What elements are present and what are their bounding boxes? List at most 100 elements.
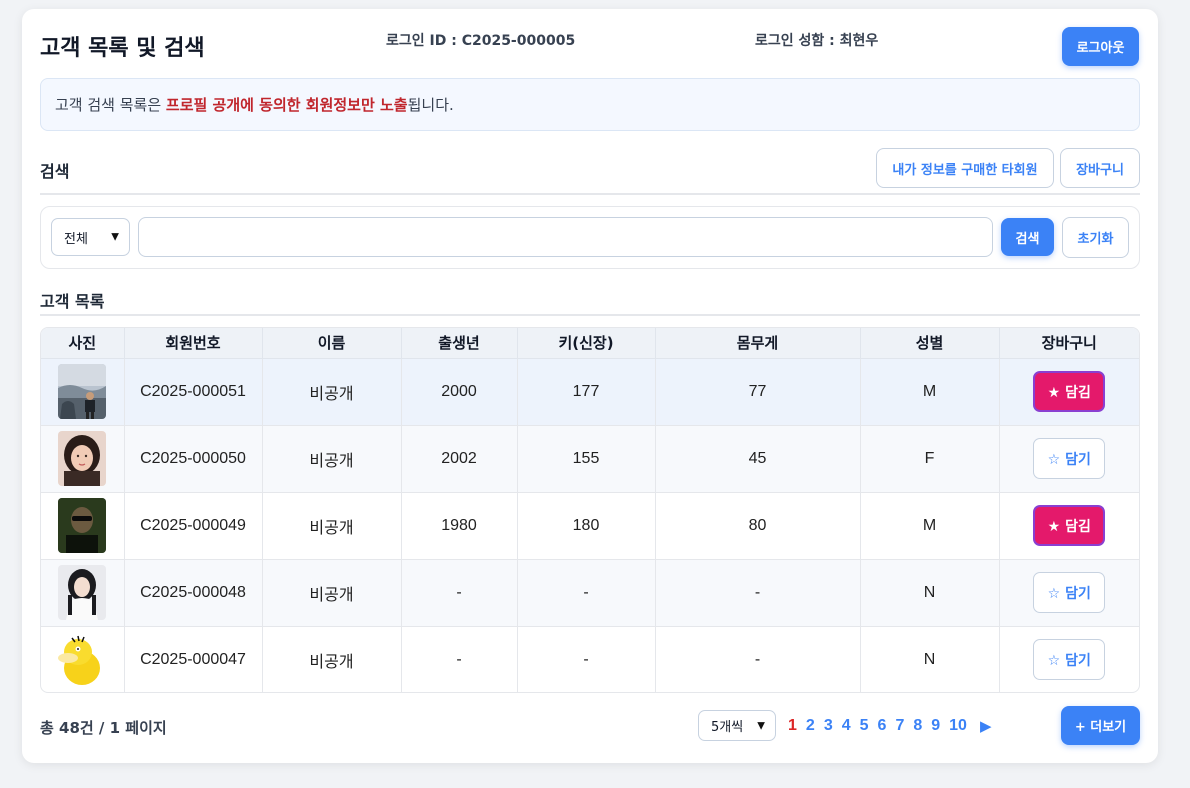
column-header: 키(신장) xyxy=(517,328,656,359)
photo-cell xyxy=(41,492,125,560)
gender: N xyxy=(860,559,1000,627)
table-row[interactable]: C2025-000049 비공개 1980 180 80 M ★ 담김 xyxy=(41,492,1139,560)
member-name: 비공개 xyxy=(262,559,402,627)
table-row[interactable]: C2025-000050 비공개 2002 155 45 F ☆ 담기 xyxy=(41,425,1139,493)
woman-white-shirt-photo[interactable] xyxy=(58,565,107,620)
total-count: 총 48건 / 1 페이지 xyxy=(40,719,167,737)
column-header: 출생년 xyxy=(401,328,518,359)
column-header: 회원번호 xyxy=(124,328,263,359)
search-section-title: 검색 xyxy=(40,162,70,181)
login-name-label: 로그인 성함 : 최현우 xyxy=(755,33,879,49)
member-number: C2025-000051 xyxy=(124,358,263,426)
chevron-down-icon: ▼ xyxy=(111,231,119,243)
main-card: 고객 목록 및 검색 로그인 ID : C2025-000005 로그인 성함 … xyxy=(22,9,1158,763)
gender: M xyxy=(860,492,1000,560)
woman-portrait-photo[interactable] xyxy=(58,431,107,486)
man-sunglasses-photo[interactable] xyxy=(58,498,107,553)
reset-button[interactable]: 초기화 xyxy=(1062,217,1129,258)
search-bar: 전체 ▼ 검색 초기화 xyxy=(40,206,1140,269)
birth-year: - xyxy=(401,626,518,692)
weight: 45 xyxy=(655,425,861,493)
add-to-cart-button[interactable]: ☆ 담기 xyxy=(1033,572,1106,613)
notice-prefix: 고객 검색 목록은 xyxy=(55,96,166,114)
page-size-value: 5개씩 xyxy=(711,720,744,735)
page-link-6[interactable]: 6 xyxy=(878,717,887,735)
photo-cell xyxy=(41,358,125,426)
search-button[interactable]: 검색 xyxy=(1001,218,1054,256)
add-to-cart-button[interactable]: ☆ 담기 xyxy=(1033,639,1106,681)
search-input[interactable] xyxy=(138,217,993,257)
page-link-2[interactable]: 2 xyxy=(806,717,815,735)
page-size-select[interactable]: 5개씩 ▼ xyxy=(698,710,776,741)
chevron-down-icon: ▼ xyxy=(757,720,765,731)
member-name: 비공개 xyxy=(262,425,402,493)
member-number: C2025-000049 xyxy=(124,492,263,560)
page-link-8[interactable]: 8 xyxy=(913,717,922,735)
member-number: C2025-000047 xyxy=(124,626,263,692)
next-page-icon[interactable]: ▶ xyxy=(980,717,992,735)
load-more-button[interactable]: + 더보기 xyxy=(1061,706,1140,745)
cart-cell: ★ 담김 xyxy=(999,358,1139,426)
yellow-duck-cartoon[interactable] xyxy=(58,632,107,688)
height: 177 xyxy=(517,358,656,426)
column-header: 사진 xyxy=(41,328,125,359)
height: - xyxy=(517,559,656,627)
notice-suffix: 됩니다. xyxy=(407,96,454,114)
column-header: 이름 xyxy=(262,328,402,359)
customer-table: 사진 회원번호 이름 출생년 키(신장) 몸무게 성별 장바구니 C2025-0… xyxy=(40,327,1140,693)
list-section-title: 고객 목록 xyxy=(40,292,105,311)
cart-cell: ★ 담김 xyxy=(999,492,1139,560)
weight: - xyxy=(655,559,861,627)
birth-year: 2002 xyxy=(401,425,518,493)
add-to-cart-button[interactable]: ☆ 담기 xyxy=(1033,438,1106,479)
search-filter-value: 전체 xyxy=(64,231,88,247)
page-link-4[interactable]: 4 xyxy=(842,717,851,735)
gender: F xyxy=(860,425,1000,493)
member-number: C2025-000048 xyxy=(124,559,263,627)
page-link-9[interactable]: 9 xyxy=(931,717,940,735)
height: 155 xyxy=(517,425,656,493)
page-link-3[interactable]: 3 xyxy=(824,717,833,735)
cart-cell: ☆ 담기 xyxy=(999,425,1139,493)
logout-button[interactable]: 로그아웃 xyxy=(1062,27,1139,66)
table-row[interactable]: C2025-000047 비공개 - - - N ☆ 담기 xyxy=(41,626,1139,692)
gender: M xyxy=(860,358,1000,426)
privacy-notice: 고객 검색 목록은 프로필 공개에 동의한 회원정보만 노출됩니다. xyxy=(40,78,1140,131)
cart-cell: ☆ 담기 xyxy=(999,626,1139,692)
divider xyxy=(40,193,1140,195)
column-header: 장바구니 xyxy=(999,328,1139,359)
page-link-1[interactable]: 1 xyxy=(788,717,797,735)
photo-cell xyxy=(41,425,125,493)
remove-from-cart-button[interactable]: ★ 담김 xyxy=(1033,505,1106,546)
divider xyxy=(40,314,1140,316)
column-header: 몸무게 xyxy=(655,328,861,359)
weight: 77 xyxy=(655,358,861,426)
weight: - xyxy=(655,626,861,692)
photo-cell xyxy=(41,626,125,692)
birth-year: 1980 xyxy=(401,492,518,560)
page-link-5[interactable]: 5 xyxy=(860,717,869,735)
column-header: 성별 xyxy=(860,328,1000,359)
page-title: 고객 목록 및 검색 xyxy=(40,36,205,61)
height: 180 xyxy=(517,492,656,560)
height: - xyxy=(517,626,656,692)
table-row[interactable]: C2025-000048 비공개 - - - N ☆ 담기 xyxy=(41,559,1139,627)
member-name: 비공개 xyxy=(262,492,402,560)
table-row[interactable]: C2025-000051 비공개 2000 177 77 M ★ 담김 xyxy=(41,358,1139,426)
birth-year: - xyxy=(401,559,518,627)
birth-year: 2000 xyxy=(401,358,518,426)
pagination: 1 2 3 4 5 6 7 8 9 10 ▶ xyxy=(788,715,992,737)
member-name: 비공개 xyxy=(262,358,402,426)
search-filter-select[interactable]: 전체 ▼ xyxy=(51,218,130,256)
page-link-7[interactable]: 7 xyxy=(895,717,904,735)
login-id-label: 로그인 ID : C2025-000005 xyxy=(386,33,576,49)
photo-cell xyxy=(41,559,125,627)
cart-button[interactable]: 장바구니 xyxy=(1060,148,1140,188)
person-outdoor-photo[interactable] xyxy=(58,364,107,419)
page-link-10[interactable]: 10 xyxy=(949,717,967,735)
member-name: 비공개 xyxy=(262,626,402,692)
table-header-row: 사진 회원번호 이름 출생년 키(신장) 몸무게 성별 장바구니 xyxy=(41,328,1139,359)
remove-from-cart-button[interactable]: ★ 담김 xyxy=(1033,371,1106,412)
gender: N xyxy=(860,626,1000,692)
purchased-members-button[interactable]: 내가 정보를 구매한 타회원 xyxy=(876,148,1054,188)
